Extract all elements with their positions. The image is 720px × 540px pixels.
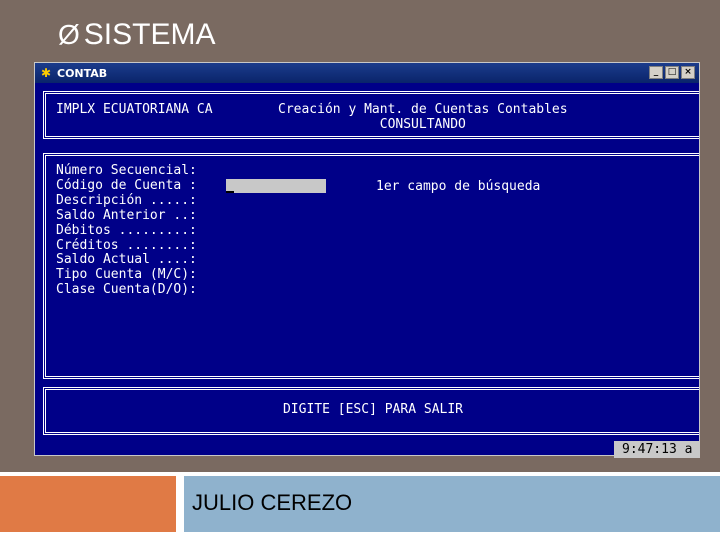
- author-name: JULIO CEREZO: [192, 490, 353, 515]
- window-title: CONTAB: [57, 66, 108, 80]
- field-label-codigo-cuenta: Código de Cuenta :: [56, 177, 197, 193]
- field-label-saldo-actual: Saldo Actual ....:: [56, 252, 197, 268]
- screen-title: Creación y Mant. de Cuentas Contables: [278, 102, 568, 117]
- mode-status: CONSULTANDO: [379, 117, 466, 132]
- maximize-button[interactable]: □: [665, 66, 679, 79]
- field-label-clase-cuenta: Clase Cuenta(D/O):: [56, 282, 197, 298]
- field-labels: Número Secuencial: Código de Cuenta : De…: [56, 163, 197, 298]
- slide-title-text: SISTEMA: [83, 18, 216, 51]
- exit-instruction: DIGITE [ESC] PARA SALIR: [282, 402, 463, 417]
- window-titlebar[interactable]: ✱ CONTAB _ □ ×: [35, 63, 699, 83]
- form-panel: Número Secuencial: Código de Cuenta : De…: [43, 153, 699, 379]
- company-name: IMPLX ECUATORIANA CA: [56, 102, 213, 117]
- bottom-band-orange: [0, 476, 176, 532]
- window-controls: _ □ ×: [649, 66, 695, 79]
- search-hint: 1er campo de búsqueda: [376, 179, 541, 194]
- text-cursor: [226, 191, 234, 193]
- field-label-saldo-anterior: Saldo Anterior ..:: [56, 207, 197, 223]
- field-label-tipo-cuenta: Tipo Cuenta (M/C):: [56, 267, 197, 283]
- field-label-creditos: Créditos ........:: [56, 237, 197, 253]
- close-button[interactable]: ×: [681, 66, 695, 79]
- field-label-descripcion: Descripción .....:: [56, 192, 197, 208]
- minimize-button[interactable]: _: [649, 66, 663, 79]
- screen-heading: Creación y Mant. de Cuentas Contables CO…: [278, 102, 568, 132]
- app-star-icon: ✱: [40, 66, 52, 80]
- footer-panel: DIGITE [ESC] PARA SALIR: [43, 387, 699, 435]
- field-label-numero-secuencial: Número Secuencial:: [56, 163, 197, 178]
- clock-display: 9:47:13 a: [614, 441, 700, 458]
- account-code-input[interactable]: [226, 179, 326, 193]
- dos-window: ✱ CONTAB _ □ × IMPLX ECUATORIANA CA Crea…: [34, 62, 700, 456]
- slide-title: Ø SISTEMA: [58, 18, 215, 52]
- bullet-arrow-icon: Ø: [58, 19, 80, 50]
- field-label-debitos: Débitos .........:: [56, 222, 197, 238]
- header-panel: IMPLX ECUATORIANA CA Creación y Mant. de…: [43, 91, 699, 139]
